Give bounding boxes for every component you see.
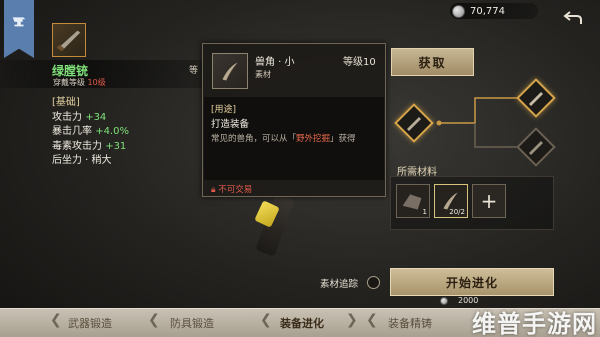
source-link: 野外挖掘 <box>296 134 331 144</box>
lock-icon: 🔒︎ <box>211 185 216 195</box>
tab-weapon-forge[interactable]: 武器锻造 <box>58 309 122 336</box>
silver-coin-icon <box>440 296 448 305</box>
tooltip-item-name: 兽角 · 小 <box>255 57 295 68</box>
tab-divider-icon: ❮ <box>148 312 160 328</box>
tab-equip-refine[interactable]: 装备精铸 <box>378 309 442 336</box>
tooltip-item-type: 素材 <box>255 70 271 79</box>
start-evolve-button[interactable]: 开始进化 <box>390 268 554 296</box>
horn-icon <box>222 62 238 81</box>
anvil-icon <box>12 17 26 27</box>
silver-currency: 70,774 <box>450 3 538 19</box>
stat-row: 毒素攻击力 +31 <box>52 140 127 152</box>
tooltip-item-level: 等级10 <box>343 57 376 68</box>
material-tracking-toggle[interactable] <box>367 276 380 289</box>
material-slot[interactable]: 20/2 <box>434 184 468 218</box>
back-button[interactable] <box>562 8 584 28</box>
material-tracking-label: 素材追踪 <box>320 279 359 290</box>
tooltip-use-header: [用途] <box>211 105 237 115</box>
rifle-icon <box>529 141 543 155</box>
rifle-icon <box>407 117 421 131</box>
equip-level: 穿戴等级 10级 <box>53 77 106 88</box>
add-material-button[interactable]: + <box>472 184 506 218</box>
rifle-icon <box>56 30 81 52</box>
site-watermark: 维普手游网 <box>472 310 597 337</box>
currency-amount: 70,774 <box>470 5 505 17</box>
stat-row: 攻击力 +34 <box>52 111 107 123</box>
equip-level-prefix: 穿戴等级 <box>53 78 85 87</box>
equip-level-value: 10级 <box>87 78 106 87</box>
back-arrow-icon <box>563 11 582 24</box>
tooltip-item-slot <box>212 53 248 89</box>
rifle-icon <box>529 92 543 106</box>
material-tooltip: 兽角 · 小 等级10 素材 [用途] 打造装备 常见的兽角，可以从「野外挖掘」… <box>202 43 386 197</box>
tab-divider-icon: ❯ <box>346 312 358 328</box>
stat-row: 后坐力 · 稍大 <box>52 155 112 166</box>
forge-banner <box>4 0 34 58</box>
material-slot[interactable]: 1 <box>396 184 430 218</box>
tooltip-use-text: 打造装备 <box>211 119 250 130</box>
trade-lock-note: 🔒︎ 不可交易 <box>211 185 253 195</box>
tab-equip-evolve[interactable]: 装备进化 <box>270 309 334 336</box>
acquire-button[interactable]: 获取 <box>391 48 474 76</box>
material-count: 1 <box>422 208 427 216</box>
truncated-label: 等 <box>189 66 199 76</box>
stats-header: [基础] <box>52 97 80 108</box>
tab-divider-icon: ❮ <box>260 312 272 328</box>
material-count: 20/2 <box>449 208 465 216</box>
weapon-stats: [基础] 攻击力 +34 暴击几率 +4.0% 毒素攻击力 +31 后坐力 · … <box>52 96 129 169</box>
tab-divider-icon: ❮ <box>366 312 378 328</box>
weapon-slot[interactable] <box>52 23 86 57</box>
tab-armor-forge[interactable]: 防具锻造 <box>160 309 224 336</box>
stat-row: 暴击几率 +4.0% <box>52 126 129 137</box>
tooltip-description: 常见的兽角，可以从「野外挖掘」获得 <box>211 134 356 144</box>
silver-coin-icon <box>452 4 465 18</box>
